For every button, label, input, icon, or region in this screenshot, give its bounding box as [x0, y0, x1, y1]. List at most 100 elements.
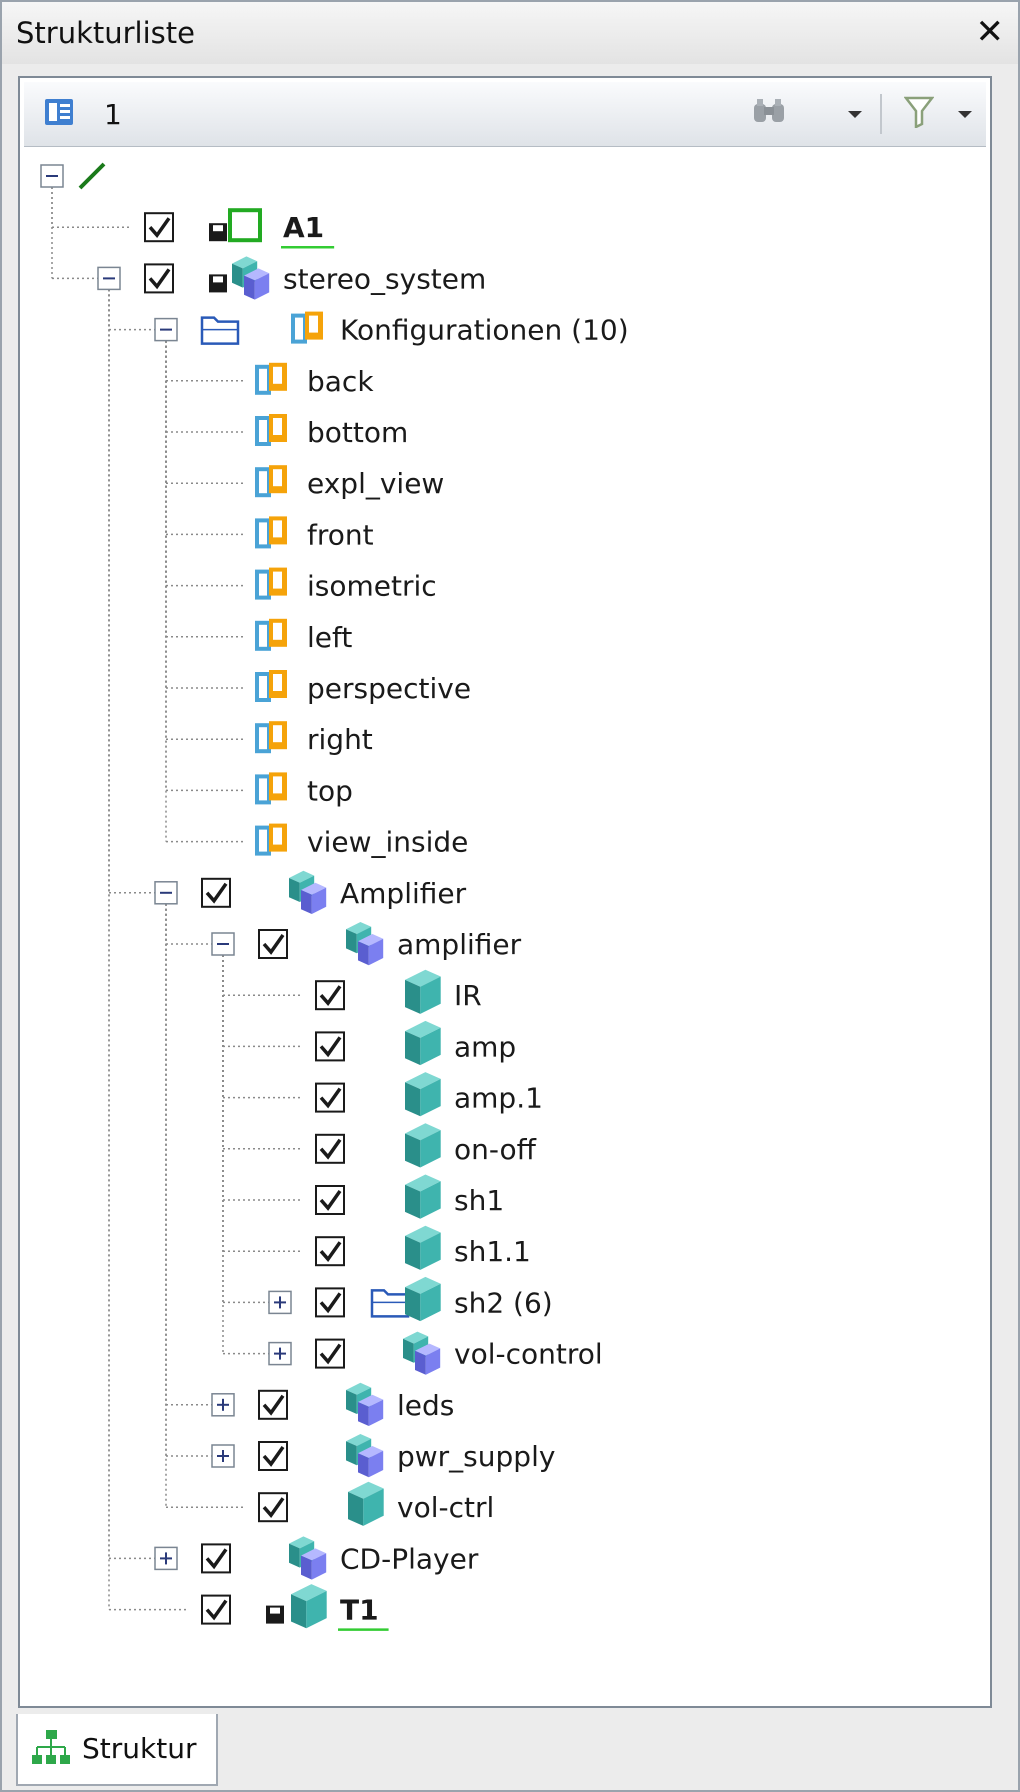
config-icon	[255, 465, 287, 498]
assembly-icon	[346, 1382, 384, 1426]
tree-node-label: vol-ctrl	[397, 1491, 494, 1524]
tree-node[interactable]: IR	[315, 969, 482, 1014]
assembly-icon	[346, 922, 384, 966]
tree-node[interactable]: amp.1	[315, 1072, 543, 1117]
tree-node-label: A1	[283, 211, 324, 244]
tree-node[interactable]: CD-Player	[154, 1536, 479, 1580]
tree-node[interactable]: amplifier	[211, 922, 522, 966]
tree-node-label: stereo_system	[283, 262, 486, 295]
tree-node[interactable]: A1	[144, 208, 335, 249]
tree-node[interactable]: bottom	[255, 414, 408, 449]
tree-node[interactable]: top	[255, 772, 353, 807]
tree-node[interactable]: amp	[315, 1020, 516, 1066]
tree-node-label: pwr_supply	[397, 1440, 555, 1473]
tree-node-label: Amplifier	[340, 877, 467, 910]
tree-node[interactable]: perspective	[255, 670, 471, 705]
tree-node[interactable]: T1	[201, 1584, 389, 1631]
save-state-icon	[209, 223, 227, 242]
visibility-checkbox[interactable]	[315, 1082, 345, 1113]
line-icon	[78, 162, 106, 190]
tree-node-label: leds	[397, 1389, 454, 1422]
collapse-icon[interactable]	[40, 164, 64, 188]
tree-node[interactable]: sh1	[315, 1174, 504, 1219]
visibility-checkbox[interactable]	[258, 1492, 288, 1523]
visibility-checkbox[interactable]	[315, 1133, 345, 1164]
part-icon	[405, 1225, 441, 1270]
tree-node[interactable]: sh2 (6)	[268, 1276, 553, 1322]
collapse-icon[interactable]	[97, 266, 121, 291]
tree-node[interactable]: left	[255, 618, 352, 654]
visibility-checkbox[interactable]	[144, 212, 174, 243]
save-state-icon	[266, 1605, 284, 1624]
tree-node-label: perspective	[307, 672, 471, 705]
collapse-icon[interactable]	[154, 317, 178, 342]
visibility-checkbox[interactable]	[315, 1338, 345, 1369]
expand-icon[interactable]	[154, 1546, 178, 1571]
visibility-checkbox[interactable]	[258, 1441, 288, 1471]
part-icon	[348, 1481, 384, 1526]
tree-node-label: left	[307, 621, 352, 654]
tab-struktur[interactable]: Struktur	[16, 1714, 218, 1786]
config-icon	[255, 414, 287, 446]
tree-node[interactable]: Konfigurationen (10)	[154, 311, 629, 347]
tree-node-label: bottom	[307, 416, 408, 449]
expand-icon[interactable]	[211, 1393, 235, 1417]
tree-node-label: sh1.1	[454, 1235, 531, 1268]
visibility-checkbox[interactable]	[315, 1287, 345, 1318]
visibility-checkbox[interactable]	[144, 263, 174, 294]
tree-node[interactable]: stereo_system	[97, 256, 486, 300]
tree-node-label: vol-control	[454, 1338, 603, 1371]
config-icon	[255, 362, 287, 395]
config-icon	[255, 516, 287, 549]
assembly-icon	[232, 256, 270, 300]
tree-node[interactable]: sh1.1	[315, 1225, 531, 1270]
tree-node[interactable]: Amplifier	[154, 870, 467, 914]
visibility-checkbox[interactable]	[201, 877, 231, 908]
tree-node[interactable]: vol-ctrl	[258, 1481, 494, 1526]
tree-node[interactable]: pwr_supply	[211, 1434, 555, 1478]
visibility-checkbox[interactable]	[315, 1185, 345, 1215]
part-icon	[405, 1020, 441, 1066]
tree-node[interactable]: back	[255, 362, 374, 398]
tree-node-label: sh2 (6)	[454, 1286, 553, 1319]
tree-node[interactable]: isometric	[255, 567, 437, 603]
collapse-icon[interactable]	[154, 881, 178, 905]
tree-node-label: amplifier	[397, 928, 522, 961]
tree-node[interactable]: leds	[211, 1382, 454, 1426]
part-icon	[405, 969, 441, 1014]
collapse-icon[interactable]	[211, 932, 235, 956]
tree-node-label: T1	[340, 1594, 379, 1627]
tree-node[interactable]: view_inside	[255, 823, 468, 859]
tree-node[interactable]	[40, 162, 106, 190]
config-icon	[255, 721, 287, 754]
part-icon	[291, 1584, 327, 1629]
tree-node[interactable]: on-off	[315, 1123, 537, 1168]
tree-node[interactable]: vol-control	[268, 1331, 603, 1375]
tree-node[interactable]: front	[255, 516, 374, 551]
folder-icon	[370, 1289, 410, 1318]
visibility-checkbox[interactable]	[201, 1594, 231, 1625]
visibility-checkbox[interactable]	[315, 1236, 345, 1267]
expand-icon[interactable]	[268, 1290, 292, 1315]
part-icon	[405, 1174, 441, 1219]
frame-icon	[228, 208, 262, 243]
visibility-checkbox[interactable]	[201, 1543, 231, 1574]
visibility-checkbox[interactable]	[315, 1031, 345, 1062]
config-icon	[255, 567, 287, 600]
visibility-checkbox[interactable]	[258, 929, 288, 959]
visibility-checkbox[interactable]	[315, 980, 345, 1011]
expand-icon[interactable]	[268, 1341, 292, 1366]
visibility-checkbox[interactable]	[258, 1389, 288, 1420]
config-icon	[255, 772, 287, 805]
tree-node-label: isometric	[307, 570, 437, 603]
tree-node[interactable]: right	[255, 721, 373, 756]
tree-node-label: back	[307, 365, 374, 398]
config-icon	[255, 618, 287, 651]
tree-node[interactable]: expl_view	[255, 465, 444, 500]
tree-node-label: on-off	[454, 1133, 537, 1166]
expand-icon[interactable]	[211, 1444, 235, 1468]
part-icon	[405, 1276, 441, 1322]
config-icon	[255, 670, 287, 702]
tree-node-label: sh1	[454, 1184, 504, 1217]
structure-list-window: Strukturliste ✕ 1 A1 stereo_system Konfi…	[0, 0, 1020, 1792]
